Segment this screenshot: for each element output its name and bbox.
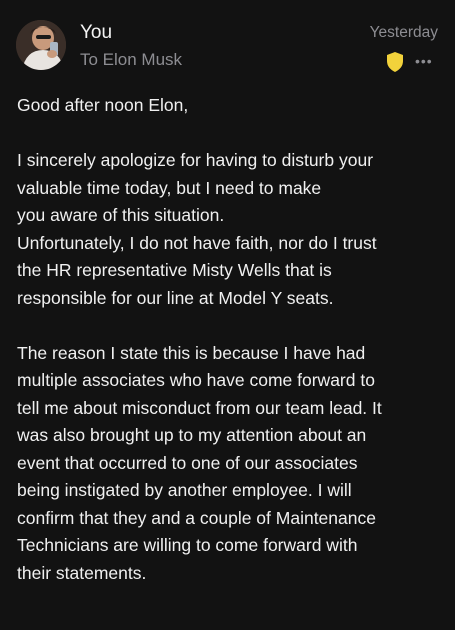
body-line: event that occurred to one of our associ… xyxy=(17,452,358,473)
sender-name: You xyxy=(80,22,113,43)
body-line: was also brought up to my attention abou… xyxy=(17,425,367,445)
body-line: tell me about misconduct from our team l… xyxy=(17,397,382,418)
body-line: being instigated by another employee. I … xyxy=(17,480,352,500)
avatar-photo xyxy=(16,20,66,70)
body-line: I sincerely apologize for having to dist… xyxy=(17,150,374,170)
body-line: valuable time today, but I need to make xyxy=(17,177,322,198)
body-line: their statements. xyxy=(17,562,147,583)
ellipsis-icon[interactable]: ••• xyxy=(415,54,435,68)
body-line: you aware of this situation. xyxy=(17,205,225,225)
message-body: Good after noon Elon, I sincerely apolog… xyxy=(17,92,447,587)
body-line: the HR representative Misty Wells that i… xyxy=(17,260,332,280)
body-line: Technicians are willing to come forward … xyxy=(17,535,358,555)
body-line: confirm that they and a couple of Mainte… xyxy=(17,507,376,528)
body-line: responsible for our line at Model Y seat… xyxy=(17,287,334,308)
body-line: The reason I state this is because I hav… xyxy=(17,342,366,363)
avatar[interactable] xyxy=(16,20,66,70)
greeting-line: Good after noon Elon, xyxy=(17,95,189,115)
message-header: You To Elon Musk Yesterday ••• xyxy=(0,0,455,86)
recipient-line[interactable]: To Elon Musk xyxy=(80,50,182,70)
body-line: Unfortunately, I do not have faith, nor … xyxy=(17,232,377,253)
timestamp: Yesterday xyxy=(369,24,438,41)
shield-icon[interactable] xyxy=(385,51,405,73)
body-line: multiple associates who have come forwar… xyxy=(17,370,375,390)
